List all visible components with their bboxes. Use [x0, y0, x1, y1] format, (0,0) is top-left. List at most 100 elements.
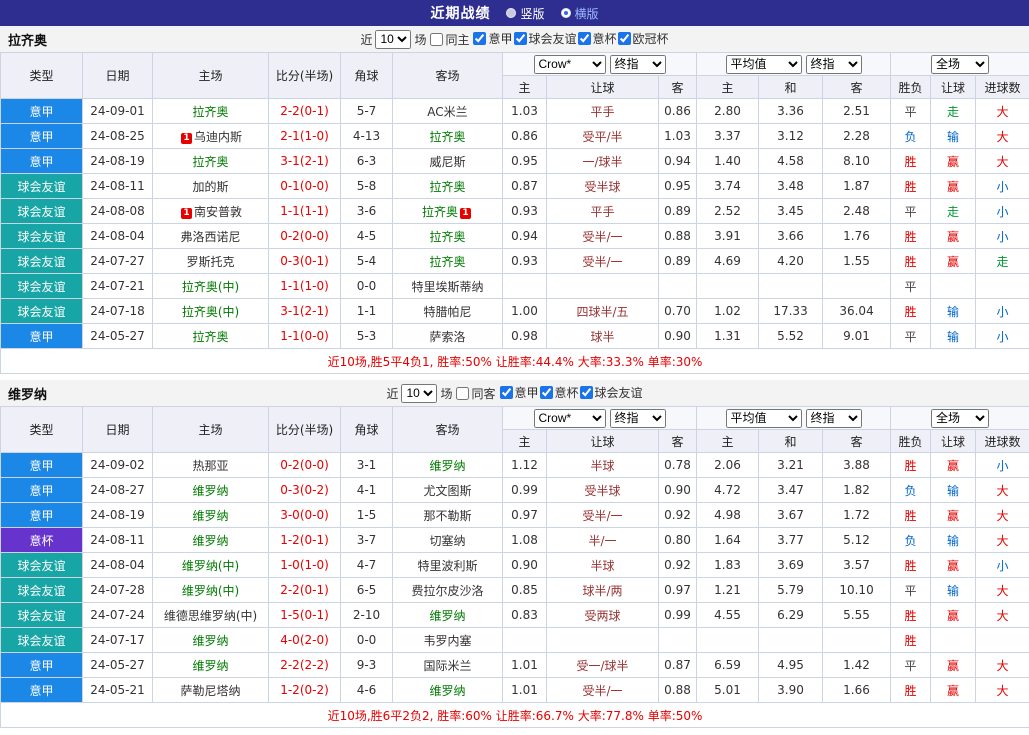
home-team[interactable]: 维罗纳 — [152, 527, 269, 553]
away-team[interactable]: 特里波利斯 — [392, 552, 503, 578]
odds-company-select[interactable]: Crow* — [533, 54, 606, 74]
home-team-name[interactable]: 萨勒尼塔纳 — [180, 684, 240, 698]
home-team[interactable]: 加的斯 — [152, 173, 269, 199]
league-filter-欧冠杯[interactable]: 欧冠杯 — [617, 30, 669, 47]
home-team-name[interactable]: 维罗纳 — [192, 509, 228, 523]
home-team-name[interactable]: 拉齐奥 — [192, 330, 228, 344]
average-select[interactable]: 平均值 — [725, 54, 802, 74]
home-team[interactable]: 维罗纳 — [152, 652, 269, 678]
league-checkbox[interactable] — [577, 32, 591, 45]
away-team[interactable]: 拉齐奥 1 — [392, 198, 503, 224]
away-team-name[interactable]: 威尼斯 — [429, 155, 465, 169]
home-team-name[interactable]: 拉齐奥(中) — [182, 305, 239, 319]
home-team[interactable]: 维罗纳(中) — [152, 552, 269, 578]
home-team[interactable]: 维罗纳 — [152, 627, 269, 653]
home-team[interactable]: 热那亚 — [152, 452, 269, 478]
away-team[interactable]: 特腊帕尼 — [392, 298, 503, 324]
match-count-select[interactable]: 10 — [401, 383, 438, 403]
home-team-name[interactable]: 罗斯托克 — [186, 255, 234, 269]
league-filter-意杯[interactable]: 意杯 — [539, 384, 579, 401]
home-team[interactable]: 维罗纳 — [152, 502, 269, 528]
away-team-name[interactable]: 维罗纳 — [429, 684, 465, 698]
league-checkbox[interactable] — [579, 386, 593, 399]
layout-radio-vertical[interactable]: 竖版 — [506, 5, 545, 22]
away-team[interactable]: 拉齐奥 — [392, 173, 503, 199]
home-team[interactable]: 拉齐奥(中) — [152, 273, 269, 299]
away-team-name[interactable]: 切塞纳 — [429, 534, 465, 548]
home-team-name[interactable]: 拉齐奥 — [192, 155, 228, 169]
away-team[interactable]: 拉齐奥 — [392, 123, 503, 149]
away-team[interactable]: 费拉尔皮沙洛 — [392, 577, 503, 603]
home-team-name[interactable]: 维德思维罗纳(中) — [164, 609, 257, 623]
match-count-select[interactable]: 10 — [375, 29, 412, 49]
away-team-name[interactable]: 拉齐奥 — [429, 255, 465, 269]
home-team-name[interactable]: 维罗纳(中) — [182, 559, 239, 573]
home-team[interactable]: 弗洛西诺尼 — [152, 223, 269, 249]
away-team[interactable]: 萨索洛 — [392, 323, 503, 349]
away-team-name[interactable]: 特腊帕尼 — [423, 305, 471, 319]
final-odds-select-2[interactable]: 终指 — [805, 54, 862, 74]
league-checkbox[interactable] — [473, 32, 487, 45]
away-team[interactable]: 拉齐奥 — [392, 223, 503, 249]
away-team-name[interactable]: 维罗纳 — [429, 459, 465, 473]
away-team-name[interactable]: 那不勒斯 — [423, 509, 471, 523]
league-checkbox[interactable] — [539, 386, 553, 399]
home-team-name[interactable]: 南安普敦 — [194, 205, 242, 219]
league-filter-意甲[interactable]: 意甲 — [499, 384, 539, 401]
away-team[interactable]: 那不勒斯 — [392, 502, 503, 528]
away-team-name[interactable]: 尤文图斯 — [423, 484, 471, 498]
league-filter-意杯[interactable]: 意杯 — [577, 30, 617, 47]
away-team[interactable]: 特里埃斯蒂纳 — [392, 273, 503, 299]
away-team[interactable]: 拉齐奥 — [392, 248, 503, 274]
away-team[interactable]: 威尼斯 — [392, 148, 503, 174]
final-odds-select-2[interactable]: 终指 — [805, 408, 862, 428]
home-team[interactable]: 1 乌迪内斯 — [152, 123, 269, 149]
away-team[interactable]: AC米兰 — [392, 98, 503, 124]
final-odds-select[interactable]: 终指 — [609, 54, 666, 74]
away-team[interactable]: 切塞纳 — [392, 527, 503, 553]
away-team-name[interactable]: 拉齐奥 — [429, 130, 465, 144]
away-team-name[interactable]: 拉齐奥 — [429, 180, 465, 194]
fullmatch-select[interactable]: 全场 — [931, 54, 990, 74]
home-team[interactable]: 拉齐奥 — [152, 148, 269, 174]
home-team-name[interactable]: 热那亚 — [192, 459, 228, 473]
away-team[interactable]: 韦罗内塞 — [392, 627, 503, 653]
away-team-name[interactable]: 费拉尔皮沙洛 — [411, 584, 483, 598]
home-team[interactable]: 维罗纳(中) — [152, 577, 269, 603]
away-team-name[interactable]: 维罗纳 — [429, 609, 465, 623]
home-team[interactable]: 1 南安普敦 — [152, 198, 269, 224]
away-team[interactable]: 尤文图斯 — [392, 477, 503, 503]
home-team-name[interactable]: 加的斯 — [192, 180, 228, 194]
league-filter-意甲[interactable]: 意甲 — [472, 30, 513, 47]
league-checkbox[interactable] — [617, 32, 631, 45]
home-team[interactable]: 萨勒尼塔纳 — [152, 677, 269, 703]
away-team-name[interactable]: 韦罗内塞 — [423, 634, 471, 648]
odds-company-select[interactable]: Crow* — [533, 408, 606, 428]
away-team-name[interactable]: 拉齐奥 — [429, 230, 465, 244]
league-filter-球会友谊[interactable]: 球会友谊 — [579, 384, 643, 401]
home-team-name[interactable]: 维罗纳 — [192, 484, 228, 498]
home-team-name[interactable]: 维罗纳 — [192, 634, 228, 648]
layout-radio-horizontal[interactable]: 横版 — [560, 5, 599, 22]
same-venue-checkbox[interactable] — [456, 386, 470, 400]
home-team-name[interactable]: 维罗纳 — [192, 534, 228, 548]
same-venue-checkbox[interactable] — [430, 32, 444, 46]
same-venue-filter[interactable]: 同主 — [429, 31, 469, 48]
home-team-name[interactable]: 弗洛西诺尼 — [180, 230, 240, 244]
away-team[interactable]: 维罗纳 — [392, 452, 503, 478]
home-team[interactable]: 维罗纳 — [152, 477, 269, 503]
home-team-name[interactable]: 拉齐奥(中) — [182, 280, 239, 294]
away-team-name[interactable]: AC米兰 — [427, 105, 467, 119]
home-team-name[interactable]: 维罗纳(中) — [182, 584, 239, 598]
away-team-name[interactable]: 拉齐奥 — [422, 205, 458, 219]
home-team[interactable]: 维德思维罗纳(中) — [152, 602, 269, 628]
home-team[interactable]: 罗斯托克 — [152, 248, 269, 274]
home-team-name[interactable]: 拉齐奥 — [192, 105, 228, 119]
average-select[interactable]: 平均值 — [725, 408, 802, 428]
home-team[interactable]: 拉齐奥 — [152, 98, 269, 124]
away-team-name[interactable]: 特里埃斯蒂纳 — [411, 280, 483, 294]
away-team[interactable]: 维罗纳 — [392, 602, 503, 628]
final-odds-select[interactable]: 终指 — [609, 408, 666, 428]
league-filter-球会友谊[interactable]: 球会友谊 — [513, 30, 577, 47]
away-team[interactable]: 维罗纳 — [392, 677, 503, 703]
